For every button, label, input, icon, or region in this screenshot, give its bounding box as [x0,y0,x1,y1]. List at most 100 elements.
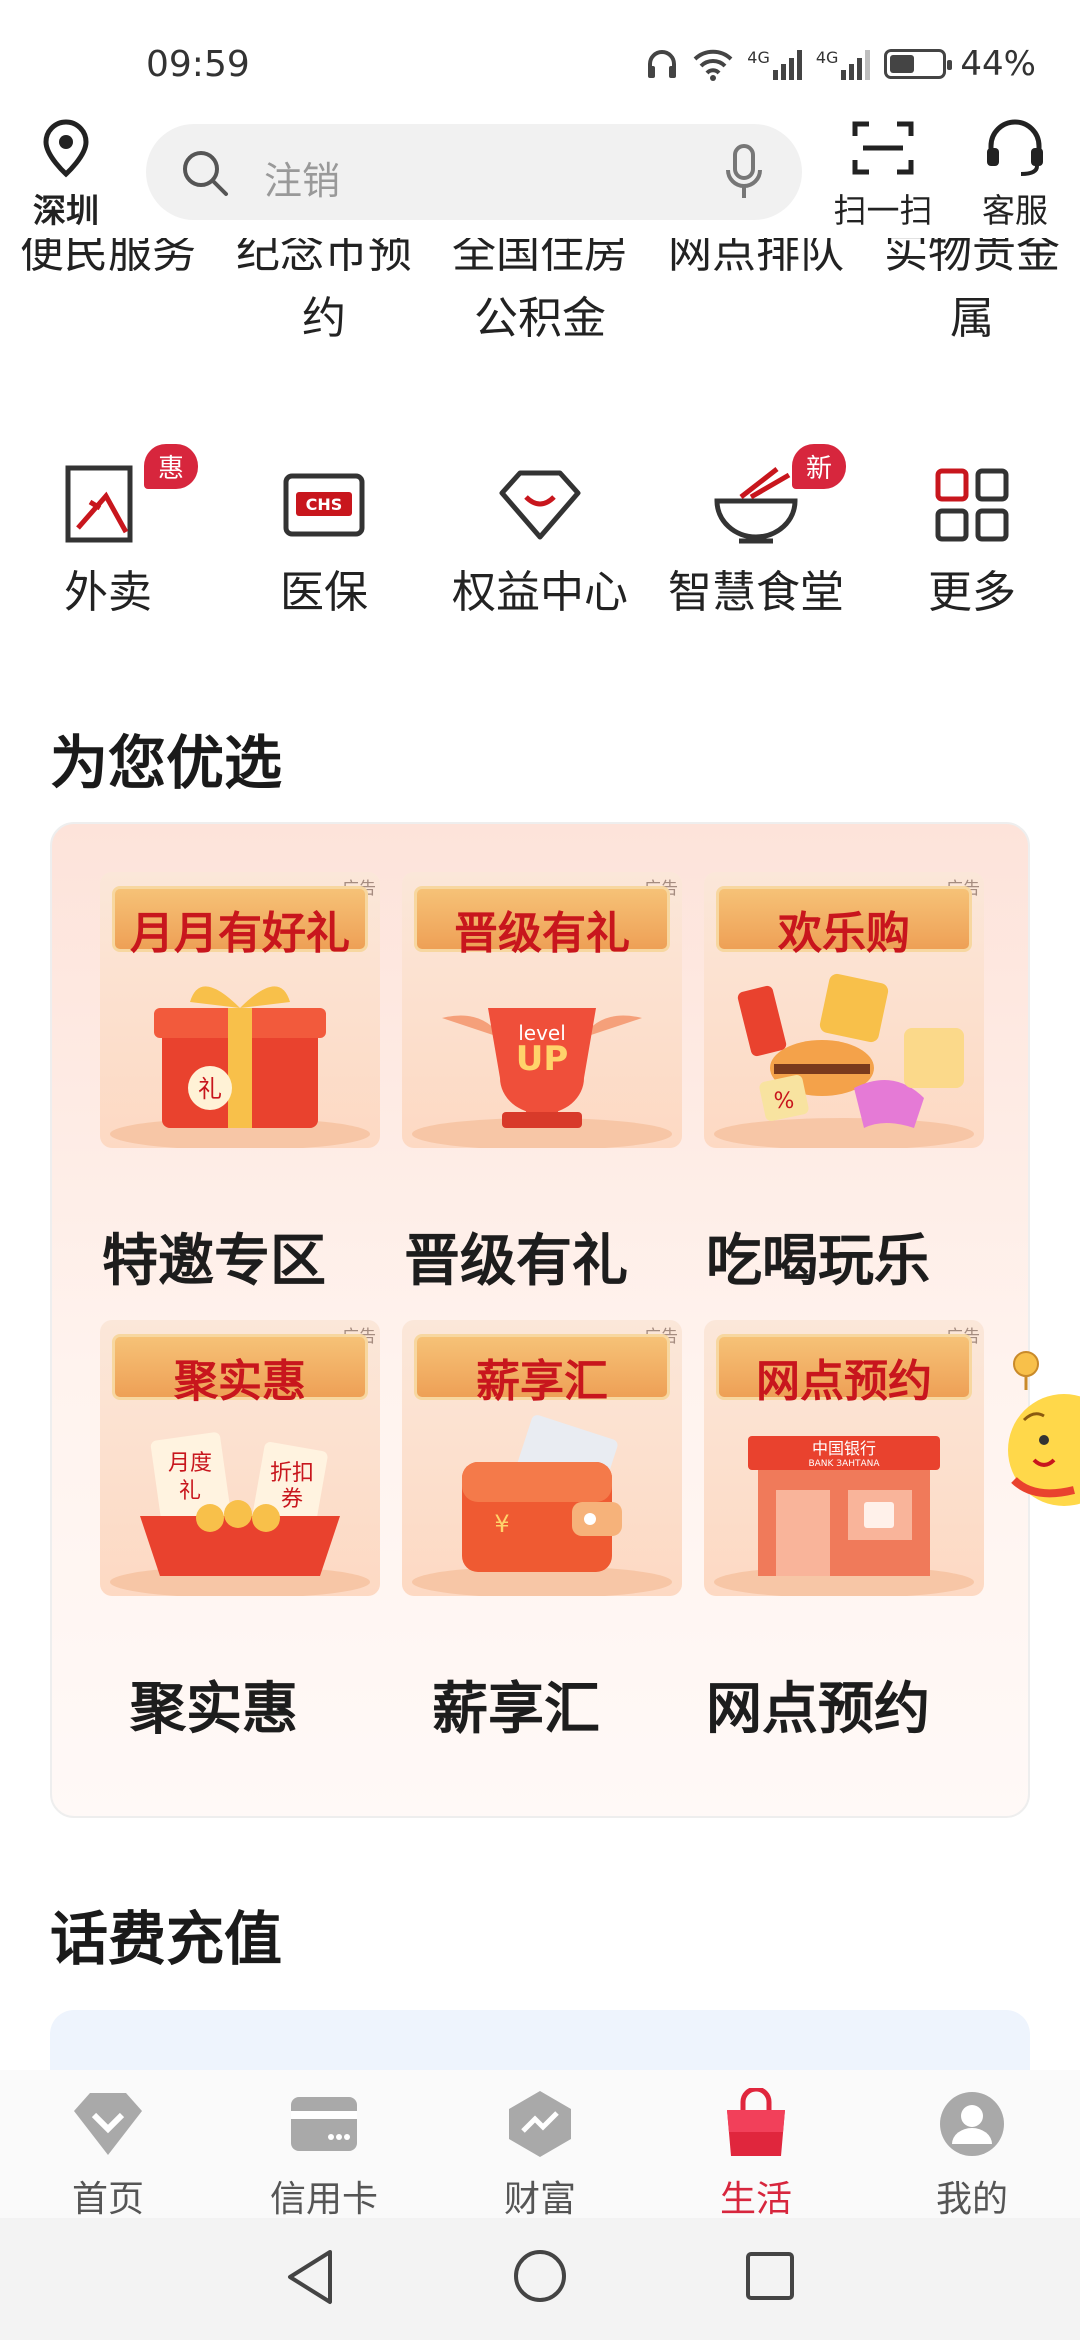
search-icon [183,151,228,196]
bank-branch-icon: 中国银行BANK ЗАНТАNА [714,1436,974,1596]
nav-wealth[interactable]: 财富 [432,2070,648,2220]
featured-card: 广告 月月有好礼 礼 广告 晋级有礼 levelUP 广告 欢乐购 % 特邀专区… [50,822,1030,1818]
home-diamond-icon [74,2093,142,2155]
service-label: 权益中心 [452,567,628,618]
nav-label: 生活 [719,2179,792,2220]
life-bag-icon [727,2088,785,2156]
banner-scroll: 聚实惠 [112,1334,368,1407]
nav-profile[interactable]: 我的 [864,2070,1080,2220]
service-label: 智慧食堂 [668,567,844,618]
service-label: 更多 [928,567,1016,618]
banner-scroll: 网点预约 [716,1334,972,1407]
promo-tile-salary[interactable]: 广告 薪享汇 ¥ [402,1320,682,1596]
system-nav-bar [0,2218,1080,2340]
svg-text:中国银行: 中国银行 [812,1439,876,1458]
promo-tile-branch-booking[interactable]: 广告 网点预约 中国银行BANK ЗАНТАNА [704,1320,984,1596]
service-benefits-center[interactable]: 权益中心 [432,450,648,626]
service-housing-fund[interactable]: 全国住房 公积金 [432,150,648,352]
svg-text:UP: UP [516,1039,569,1079]
recharge-card[interactable] [50,2010,1030,2070]
nav-home[interactable]: 首页 [0,2070,216,2220]
home-circle-icon[interactable] [512,2248,568,2304]
banner-text: 月月有好礼 [130,908,350,959]
wealth-icon [509,2091,571,2157]
service-label-2: 属 [950,293,994,344]
tile-caption[interactable]: 吃喝玩乐 [668,1216,968,1297]
service-label: 客服 [982,191,1048,230]
back-icon[interactable] [284,2248,336,2306]
nav-credit-card[interactable]: 信用卡 [216,2070,432,2220]
promo-tile-special[interactable]: 广告 月月有好礼 礼 [100,872,380,1148]
bottom-nav: 首页 信用卡 财富 生活 我的 [0,2070,1080,2220]
promo-tile-deals[interactable]: 广告 聚实惠 月度礼折扣券 [100,1320,380,1596]
service-label: 外卖 [64,567,152,618]
tile-caption[interactable]: 网点预约 [668,1664,968,1745]
service-label: 医保 [280,567,368,618]
credit-card-icon [291,2097,357,2151]
svg-text:礼: 礼 [198,1075,222,1103]
bowl-icon [714,467,798,544]
chs-icon: CHS [283,473,365,537]
svg-text:月度: 月度 [168,1451,212,1476]
discount-badge: 惠 [144,444,199,489]
shopping-items-icon: % [714,973,974,1148]
diamond-icon [499,470,581,540]
takeout-icon [65,465,133,543]
svg-text:券: 券 [281,1487,303,1512]
trophy-icon: levelUP [412,1008,672,1148]
tile-caption[interactable]: 特邀专区 [64,1216,364,1297]
mascot-float-icon[interactable] [1004,1350,1080,1530]
svg-text:礼: 礼 [179,1479,201,1504]
recents-square-icon[interactable] [744,2248,796,2304]
svg-text:%: % [774,1089,795,1114]
wallet-icon: ¥ [412,1415,672,1596]
service-coin[interactable]: 纪念币预 约 [216,150,432,352]
battery-icon [884,49,953,79]
tile-caption[interactable]: 薪享汇 [366,1664,666,1745]
services-row-1: 便民服务 纪念币预 约 全国住房 公积金 网点排队 实物贵金 属 [0,150,1080,352]
featured-title: 为您优选 [50,729,283,797]
status-icons: 4G 4G 44% [645,44,1036,84]
banner-scroll: 晋级有礼 [414,886,670,959]
service-queue[interactable]: 网点排队 [648,156,864,352]
profile-icon [940,2092,1004,2156]
banner-text: 晋级有礼 [454,908,630,959]
service-gold[interactable]: 实物贵金 属 [864,150,1080,352]
svg-text:CHS: CHS [306,495,343,514]
service-more[interactable]: 更多 [864,450,1080,626]
gift-box-icon: 礼 [110,986,370,1148]
scan-button[interactable]: 扫一扫 [828,118,938,232]
microphone-icon[interactable] [724,144,764,200]
service-convenience[interactable]: 便民服务 [0,160,216,352]
tile-caption[interactable]: 晋级有礼 [366,1216,666,1297]
service-takeout[interactable]: 外卖 惠 [0,444,216,626]
service-smart-canteen[interactable]: 智慧食堂 新 [648,444,864,626]
signal-icon: 4G [747,48,802,80]
new-badge: 新 [792,444,847,489]
headset-icon [987,119,1043,176]
location-label: 深圳 [33,191,99,230]
customer-service-button[interactable]: 客服 [960,118,1070,232]
location-button[interactable]: 深圳 [26,118,106,232]
coupon-basket-icon: 月度礼 折扣券 [110,1432,370,1596]
promo-tile-fun[interactable]: 广告 欢乐购 % [704,872,984,1148]
location-pin-icon [43,119,89,178]
headphones-icon [648,50,677,78]
svg-text:¥: ¥ [494,1510,509,1538]
banner-scroll: 欢乐购 [716,886,972,959]
nav-label: 财富 [503,2179,576,2220]
grid-icon [935,468,1009,542]
search-bar[interactable]: 注销 [146,124,802,220]
nav-life[interactable]: 生活 [648,2070,864,2220]
service-medical-insurance[interactable]: CHS 医保 [216,450,432,626]
banner-text: 聚实惠 [174,1356,306,1407]
tile-caption[interactable]: 聚实惠 [64,1664,364,1745]
top-header: 深圳 注销 扫一扫 客服 [0,118,1080,238]
svg-text:折扣: 折扣 [270,1461,314,1486]
promo-tile-upgrade[interactable]: 广告 晋级有礼 levelUP [402,872,682,1148]
battery-percent: 44% [960,44,1036,84]
nav-label: 信用卡 [269,2179,378,2220]
search-placeholder: 注销 [264,159,341,203]
services-row-2: 外卖 惠 CHS 医保 权益中心 智慧食堂 新 更多 [0,444,1080,626]
nav-label: 我的 [935,2179,1008,2220]
